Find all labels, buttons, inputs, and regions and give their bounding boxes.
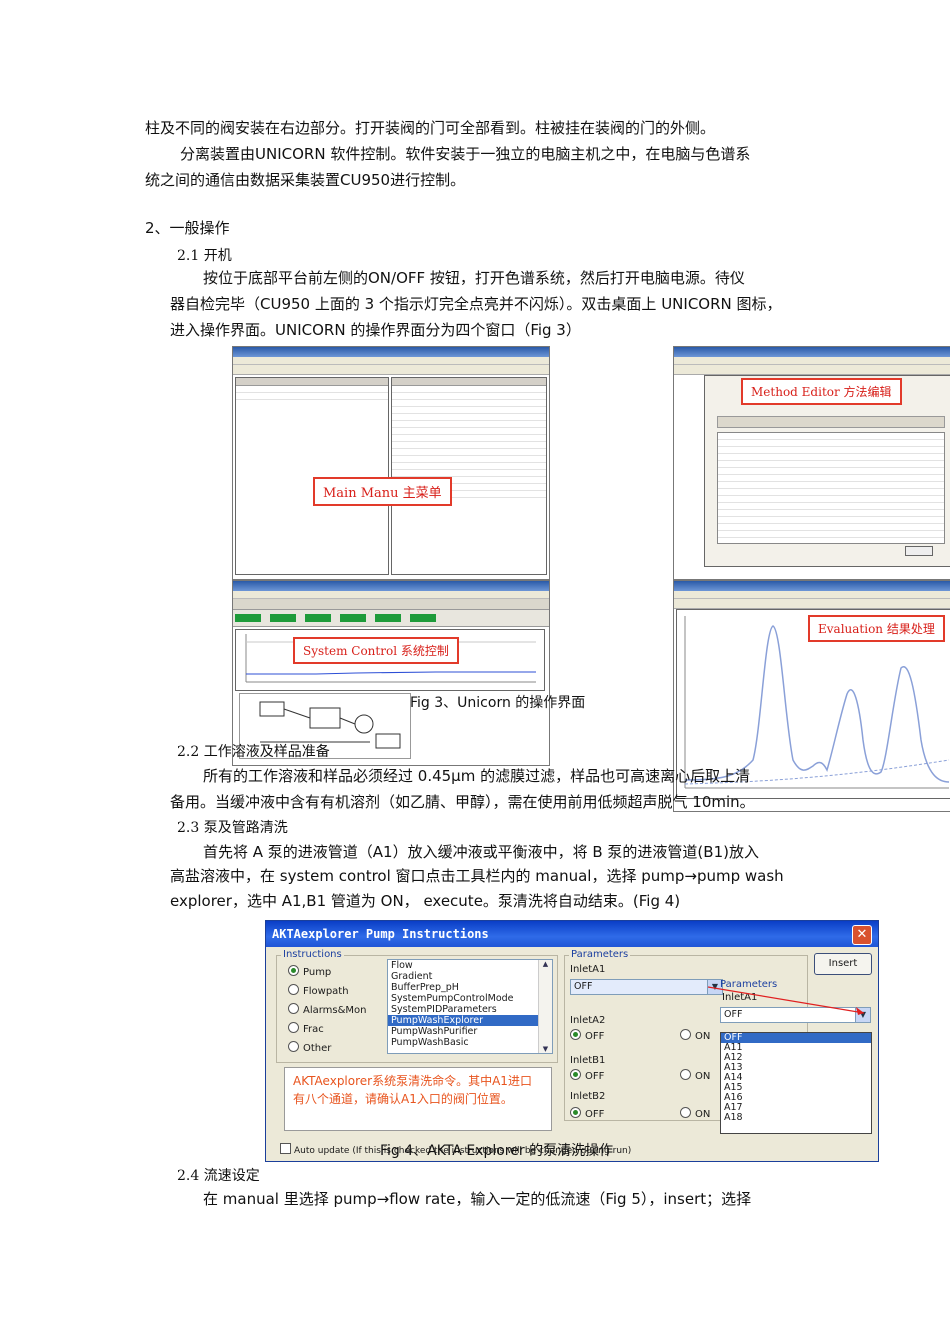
paragraph-line: 分离装置由UNICORN 软件控制。软件安装于一独立的电脑主机之中，在电脑与色谱… xyxy=(180,145,751,163)
dropdown-option[interactable]: OFF xyxy=(721,1033,871,1043)
main-menu-label: Main Manu 主菜单 xyxy=(313,477,452,506)
inlet-a1-combo[interactable]: OFF ▼ xyxy=(570,979,723,995)
radio-dot-icon xyxy=(570,1029,581,1040)
subsection-heading: 2.1 开机 xyxy=(177,248,232,264)
paragraph-line: 高盐溶液中，在 system control 窗口点击工具栏内的 manual，… xyxy=(170,867,784,885)
radio-dot-icon xyxy=(570,1069,581,1080)
list-item[interactable]: Gradient xyxy=(388,971,552,982)
parameters-label: Parameters xyxy=(569,949,631,960)
list-item[interactable]: PumpWashPurifier xyxy=(388,1026,552,1037)
radio-dot-icon xyxy=(288,1003,299,1014)
radio-pump[interactable]: Pump xyxy=(288,965,331,978)
radio-dot-icon xyxy=(288,1041,299,1052)
radio-flowpath[interactable]: Flowpath xyxy=(288,984,349,997)
pump-instructions-dialog: AKTAexplorer Pump Instructions ✕ Instruc… xyxy=(265,920,879,1162)
scroll-up-icon[interactable]: ▲ xyxy=(539,960,552,968)
radio-dot-icon xyxy=(288,984,299,995)
system-control-screenshot: System Control 系统控制 xyxy=(232,580,550,766)
radio-alarms[interactable]: Alarms&Mon xyxy=(288,1003,367,1016)
close-icon[interactable]: ✕ xyxy=(852,925,872,945)
radio-dot-icon xyxy=(680,1069,691,1080)
list-item[interactable]: SystemPumpControlMode xyxy=(388,993,552,1004)
listbox-scrollbar[interactable]: ▲ ▼ xyxy=(538,960,552,1053)
paragraph-line: 所有的工作溶液和样品必须经过 0.45μm 的滤膜过滤，样品也可高速离心后取上清 xyxy=(203,767,751,785)
list-item[interactable]: SystemPIDParameters xyxy=(388,1004,552,1015)
annotation-note: AKTAexplorer系统泵清洗命令。其中A1进口有八个通道，请确认A1入口的… xyxy=(284,1067,552,1131)
section-heading: 2、一般操作 xyxy=(145,219,230,237)
inlet-b2-off[interactable]: OFF xyxy=(570,1107,604,1120)
system-control-label: System Control 系统控制 xyxy=(293,637,459,664)
radio-frac[interactable]: Frac xyxy=(288,1022,324,1035)
list-item[interactable]: Flow xyxy=(388,960,552,971)
subsection-heading: 2.2 工作溶液及样品准备 xyxy=(177,744,330,760)
paragraph-line: 备用。当缓冲液中含有有机溶剂（如乙腈、甲醇），需在使用前用低频超声脱气 10mi… xyxy=(170,793,755,811)
inlet-a2-label: InletA2 xyxy=(570,1015,606,1026)
inlet-dropdown-list[interactable]: OFF A11 A12 A13 A14 A15 A16 A17 A18 xyxy=(720,1032,872,1134)
list-item[interactable]: BufferPrep_pH xyxy=(388,982,552,993)
figure-4-caption: Fig 4、AKTA Explorer 的泵清洗操作 xyxy=(380,1143,614,1159)
instruction-listbox[interactable]: Flow Gradient BufferPrep_pH SystemPumpCo… xyxy=(387,959,553,1054)
paragraph-line: 首先将 A 泵的进液管道（A1）放入缓冲液或平衡液中，将 B 泵的进液管道(B1… xyxy=(203,843,759,861)
radio-dot-icon xyxy=(288,1022,299,1033)
checkbox-icon[interactable] xyxy=(280,1143,291,1154)
dropdown-option[interactable]: A18 xyxy=(721,1113,871,1123)
inlet-a2-off[interactable]: OFF xyxy=(570,1029,604,1042)
paragraph-line: 进入操作界面。UNICORN 的操作界面分为四个窗口（Fig 3） xyxy=(170,321,581,339)
dropdown-option[interactable]: A15 xyxy=(721,1083,871,1093)
subsection-heading: 2.4 流速设定 xyxy=(177,1168,260,1184)
evaluation-label: Evaluation 结果处理 xyxy=(808,615,945,642)
dropdown-option[interactable]: A16 xyxy=(721,1093,871,1103)
radio-dot-icon xyxy=(570,1107,581,1118)
inlet-b1-off[interactable]: OFF xyxy=(570,1069,604,1082)
dialog-title: AKTAexplorer Pump Instructions xyxy=(266,921,878,947)
paragraph-line: 统之间的通信由数据采集装置CU950进行控制。 xyxy=(145,171,466,189)
dropdown-option[interactable]: A14 xyxy=(721,1073,871,1083)
red-arrow-annotation xyxy=(707,986,865,1015)
radio-dot-icon xyxy=(288,965,299,976)
dropdown-option[interactable]: A12 xyxy=(721,1053,871,1063)
insert-button[interactable]: Insert xyxy=(814,953,872,975)
paragraph-line: 柱及不同的阀安装在右边部分。打开装阀的门可全部看到。柱被挂在装阀的门的外侧。 xyxy=(145,119,716,137)
dropdown-option[interactable]: A11 xyxy=(721,1043,871,1053)
method-editor-screenshot: Method Editor 方法编辑 xyxy=(673,346,950,580)
inlet-b1-label: InletB1 xyxy=(570,1055,606,1066)
radio-dot-icon xyxy=(680,1107,691,1118)
inlet-b2-label: InletB2 xyxy=(570,1091,606,1102)
main-menu-screenshot: Main Manu 主菜单 xyxy=(232,346,550,580)
scroll-down-icon[interactable]: ▼ xyxy=(539,1045,552,1053)
radio-other[interactable]: Other xyxy=(288,1041,331,1054)
list-item-selected[interactable]: PumpWashExplorer xyxy=(388,1015,552,1026)
dropdown-option[interactable]: A17 xyxy=(721,1103,871,1113)
paragraph-line: 器自检完毕（CU950 上面的 3 个指示灯完全点亮并不闪烁）。双击桌面上 UN… xyxy=(170,295,782,313)
inlet-a2-on[interactable]: ON xyxy=(680,1029,710,1042)
paragraph-line: explorer，选中 A1,B1 管道为 ON， execute。泵清洗将自动… xyxy=(170,892,681,910)
inlet-a1-label: InletA1 xyxy=(570,964,606,975)
method-editor-label: Method Editor 方法编辑 xyxy=(741,378,902,405)
instructions-label: Instructions xyxy=(281,949,344,960)
dropdown-option[interactable]: A13 xyxy=(721,1063,871,1073)
inlet-b2-on[interactable]: ON xyxy=(680,1107,710,1120)
inlet-b1-on[interactable]: ON xyxy=(680,1069,710,1082)
figure-3-caption: Fig 3、Unicorn 的操作界面 xyxy=(410,695,586,711)
paragraph-line: 在 manual 里选择 pump→flow rate，输入一定的低流速（Fig… xyxy=(203,1190,752,1208)
subsection-heading: 2.3 泵及管路清洗 xyxy=(177,820,288,836)
list-item[interactable]: PumpWashBasic xyxy=(388,1037,552,1048)
paragraph-line: 按位于底部平台前左侧的ON/OFF 按钮，打开色谱系统，然后打开电脑电源。待仪 xyxy=(203,269,745,287)
radio-dot-icon xyxy=(680,1029,691,1040)
